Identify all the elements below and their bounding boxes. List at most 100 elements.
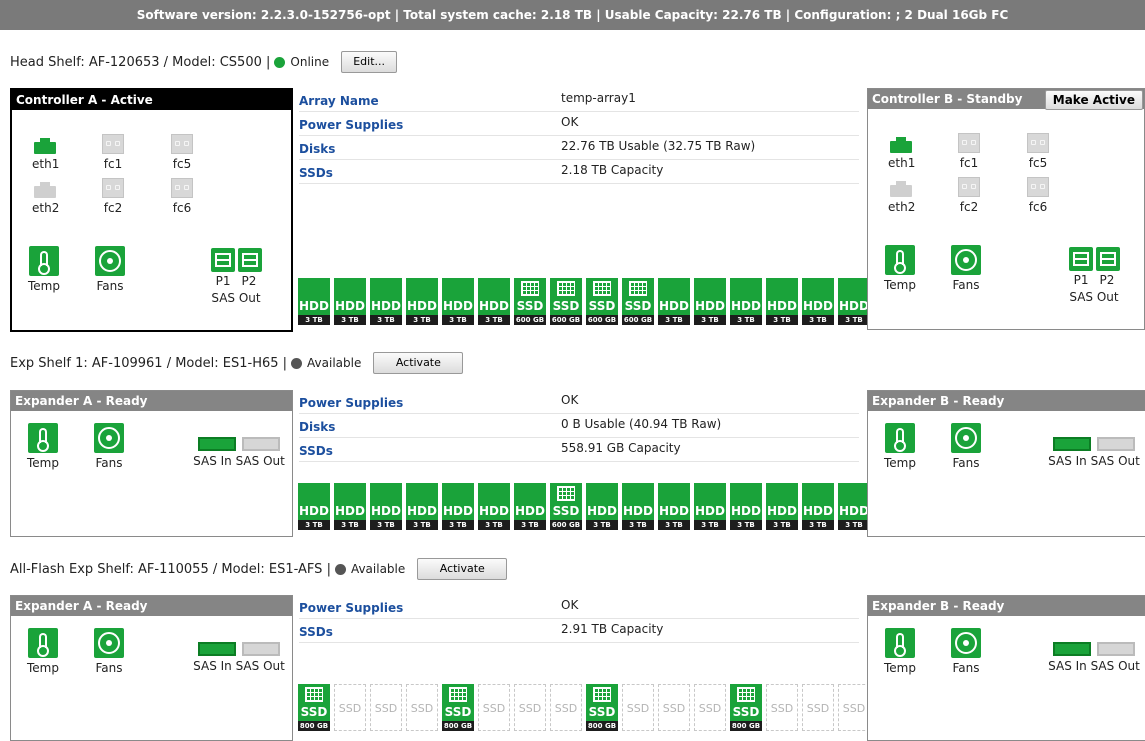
empty-ssd-slot[interactable]: SSD [694,684,726,731]
ssd-slot[interactable]: SSD 600 GB [550,278,582,325]
hdd-slot[interactable]: HDD 3 TB [802,483,834,530]
empty-ssd-slot[interactable]: SSD [334,684,366,731]
sas-in-out-ports[interactable]: SAS In SAS Out [1044,437,1144,468]
fc5-port[interactable]: fc5 [169,134,195,171]
empty-ssd-slot[interactable]: SSD [802,684,834,731]
disk-type-label: HDD [299,504,329,518]
hdd-slot[interactable]: HDD 3 TB [622,483,654,530]
fans-status[interactable]: Fans [948,245,984,292]
hdd-slot[interactable]: HDD 3 TB [802,278,834,325]
empty-ssd-slot[interactable]: SSD [550,684,582,731]
fans-status[interactable]: Fans [91,423,127,470]
fc1-port[interactable]: fc1 [956,133,982,170]
fc2-port[interactable]: fc2 [100,178,126,215]
ssd-slot[interactable]: SSD 600 GB [550,483,582,530]
hdd-slot[interactable]: HDD 3 TB [586,483,618,530]
fans-status[interactable]: Fans [948,628,984,675]
disk-type-label: SSD [842,702,866,715]
disk-type-label: SSD [374,702,398,715]
temp-sensor[interactable]: Temp [882,628,918,675]
hdd-slot[interactable]: HDD 3 TB [730,483,762,530]
hdd-slot[interactable]: HDD 3 TB [658,278,690,325]
hdd-slot[interactable]: HDD 3 TB [766,483,798,530]
ssd-slot[interactable]: SSD 600 GB [514,278,546,325]
fc6-port[interactable]: fc6 [1025,177,1051,214]
expander-a-panel: Expander A - Ready Temp Fans SAS In SAS … [10,390,293,537]
hdd-slot[interactable]: HDD 3 TB [334,278,366,325]
hdd-slot[interactable]: HDD 3 TB [370,278,402,325]
disk-capacity-label: 3 TB [622,520,654,530]
temp-sensor[interactable]: Temp [882,245,918,292]
ssd-slot[interactable]: SSD 600 GB [586,278,618,325]
ssd-slot[interactable]: SSD 800 GB [442,684,474,731]
fc1-port[interactable]: fc1 [100,134,126,171]
hdd-slot[interactable]: HDD 3 TB [514,483,546,530]
ssd-slot[interactable]: SSD 800 GB [298,684,330,731]
hdd-slot[interactable]: HDD 3 TB [838,483,870,530]
disk-capacity-label: 3 TB [370,315,402,325]
disk-type-label: SSD [410,702,434,715]
hdd-slot[interactable]: HDD 3 TB [298,278,330,325]
hdd-slot[interactable]: HDD 3 TB [694,483,726,530]
sas-in-out-ports[interactable]: SAS In SAS Out [191,437,287,468]
sas-in-out-ports[interactable]: SAS In SAS Out [1044,642,1144,673]
hdd-slot[interactable]: HDD 3 TB [730,278,762,325]
temp-sensor[interactable]: Temp [25,423,61,470]
hdd-slot[interactable]: HDD 3 TB [838,278,870,325]
sas-out-ports[interactable]: P1 P2 SAS Out [1058,247,1130,304]
disk-type-label: HDD [659,299,689,313]
fc-port-icon [958,133,980,153]
eth1-port[interactable]: eth1 [32,138,59,171]
ssd-slot[interactable]: SSD 600 GB [622,278,654,325]
eth1-port[interactable]: eth1 [888,137,915,170]
empty-ssd-slot[interactable]: SSD [658,684,690,731]
hdd-slot[interactable]: HDD 3 TB [766,278,798,325]
hdd-slot[interactable]: HDD 3 TB [406,483,438,530]
eth2-port[interactable]: eth2 [32,182,59,215]
fc6-port[interactable]: fc6 [169,178,195,215]
activate-button[interactable]: Activate [417,558,508,580]
make-active-button[interactable]: Make Active [1044,90,1143,110]
fans-status[interactable]: Fans [91,628,127,675]
edit-button[interactable]: Edit... [341,51,398,73]
fans-status[interactable]: Fans [948,423,984,470]
empty-ssd-slot[interactable]: SSD [514,684,546,731]
fc5-port[interactable]: fc5 [1025,133,1051,170]
sas-in-port-icon [198,437,236,451]
temp-sensor[interactable]: Temp [26,246,62,293]
sas-port-icon [1095,247,1120,271]
hdd-slot[interactable]: HDD 3 TB [406,278,438,325]
empty-ssd-slot[interactable]: SSD [370,684,402,731]
sas-out-port-icon [242,437,280,451]
sas-in-out-ports[interactable]: SAS In SAS Out [191,642,287,673]
hdd-slot[interactable]: HDD 3 TB [478,278,510,325]
hdd-slot[interactable]: HDD 3 TB [478,483,510,530]
info-row: Array Name temp-array1 [299,88,859,112]
temp-sensor[interactable]: Temp [25,628,61,675]
empty-ssd-slot[interactable]: SSD [478,684,510,731]
expander-a-panel: Expander A - Ready Temp Fans SAS In SAS … [10,595,293,741]
empty-ssd-slot[interactable]: SSD [406,684,438,731]
hdd-slot[interactable]: HDD 3 TB [442,278,474,325]
fc2-port[interactable]: fc2 [956,177,982,214]
empty-ssd-slot[interactable]: SSD [838,684,870,731]
hdd-slot[interactable]: HDD 3 TB [370,483,402,530]
activate-button[interactable]: Activate [373,352,464,374]
hdd-slot[interactable]: HDD 3 TB [442,483,474,530]
ssd-chip-icon [557,281,575,296]
eth2-port[interactable]: eth2 [888,181,915,214]
hdd-slot[interactable]: HDD 3 TB [694,278,726,325]
ssd-slot[interactable]: SSD 800 GB [586,684,618,731]
hdd-slot[interactable]: HDD 3 TB [658,483,690,530]
empty-ssd-slot[interactable]: SSD [622,684,654,731]
fans-status[interactable]: Fans [92,246,128,293]
disk-type-label: HDD [803,504,833,518]
ssd-chip-icon [593,281,611,296]
empty-ssd-slot[interactable]: SSD [766,684,798,731]
disk-type-label: HDD [479,504,509,518]
ssd-slot[interactable]: SSD 800 GB [730,684,762,731]
hdd-slot[interactable]: HDD 3 TB [334,483,366,530]
hdd-slot[interactable]: HDD 3 TB [298,483,330,530]
sas-out-ports[interactable]: P1 P2 SAS Out [200,248,272,305]
temp-sensor[interactable]: Temp [882,423,918,470]
